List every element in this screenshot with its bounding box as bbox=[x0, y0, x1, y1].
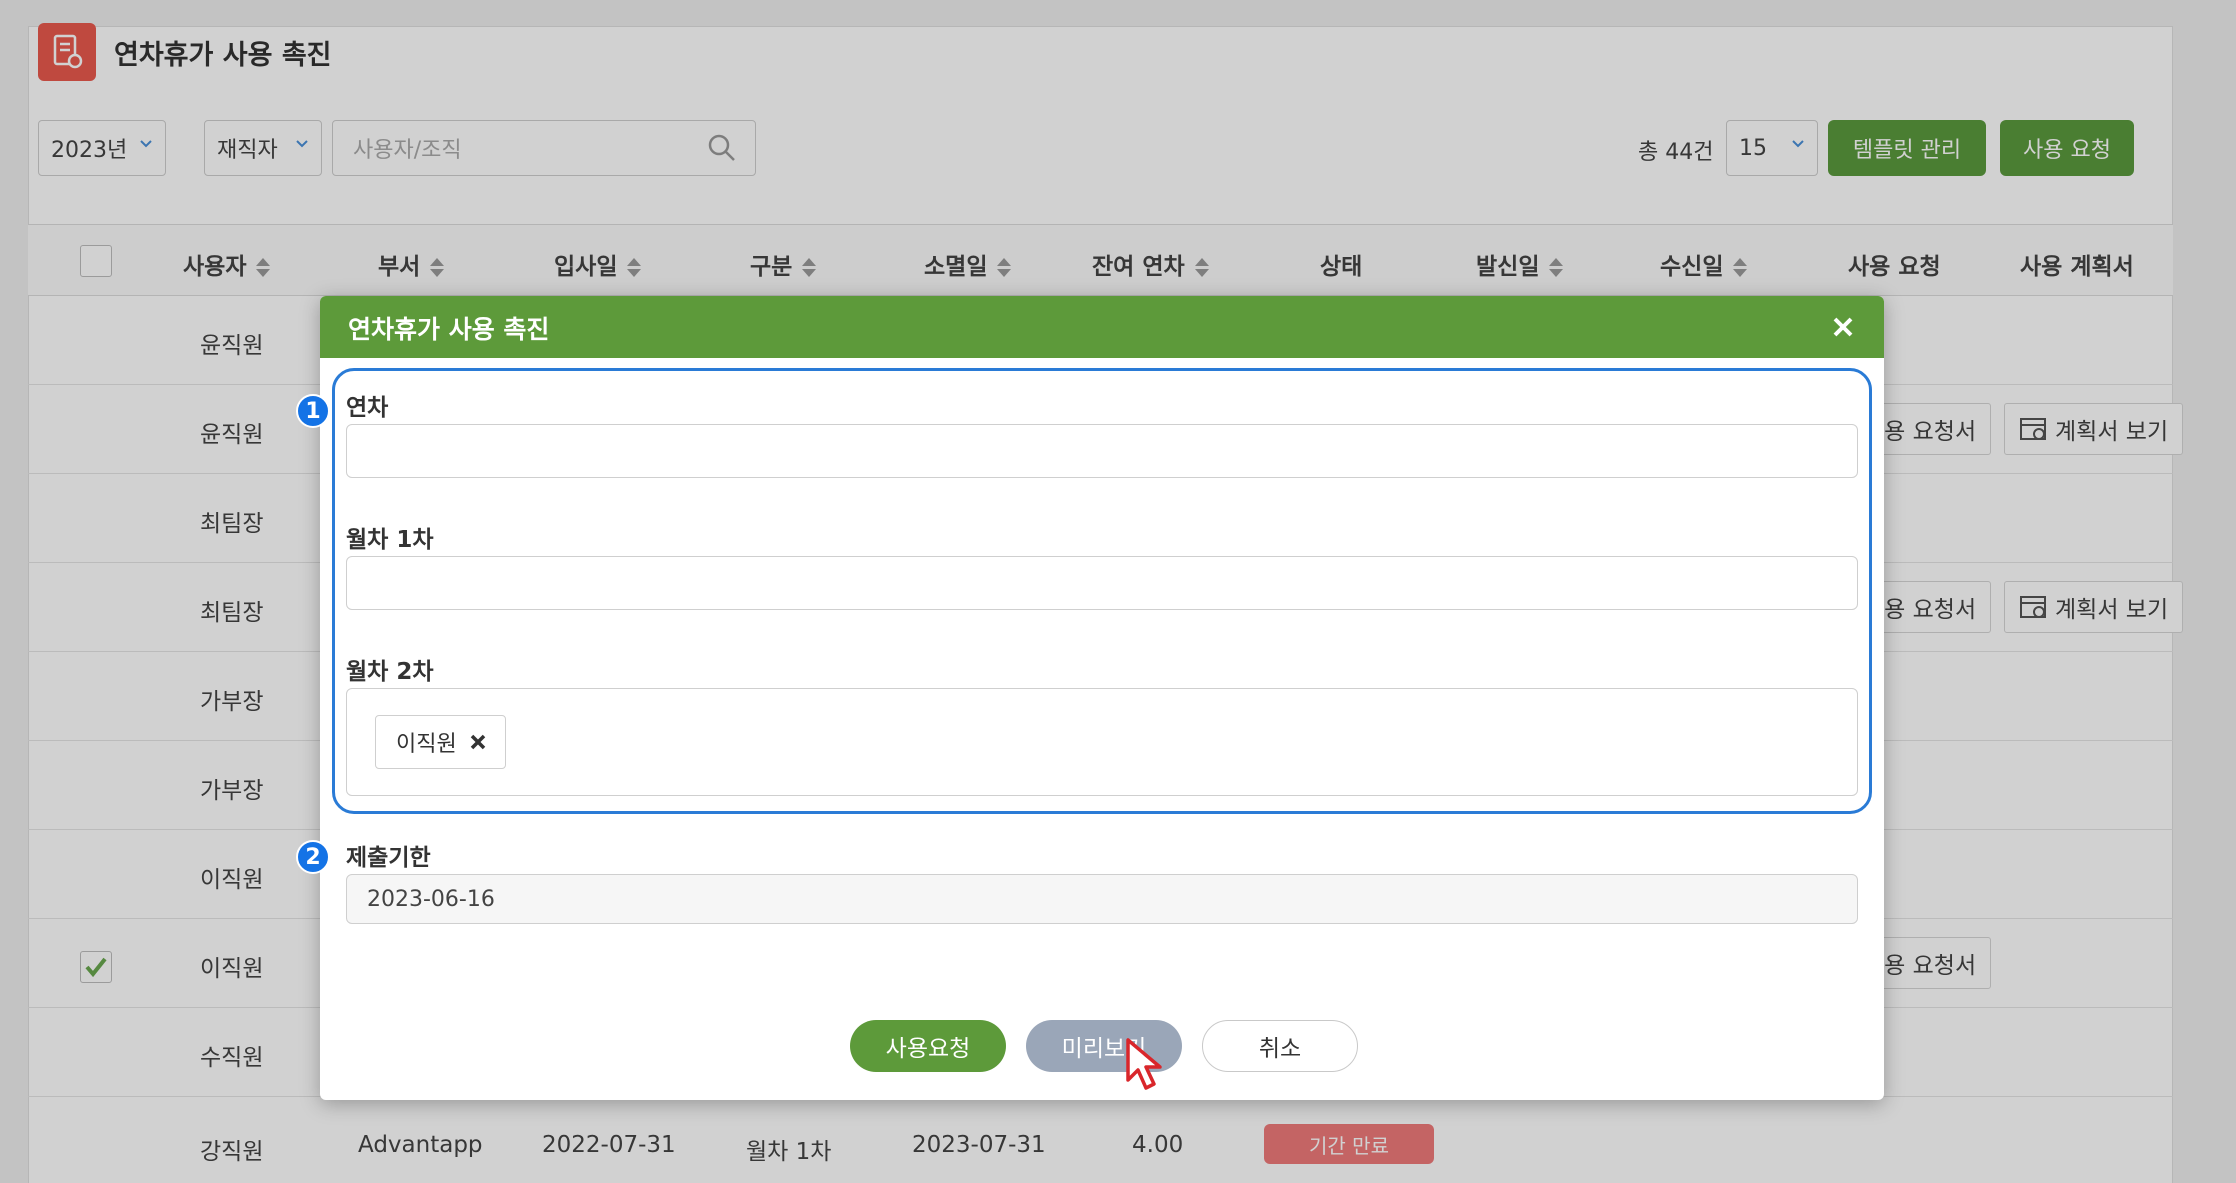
annotation-marker-2: 2 bbox=[296, 840, 330, 874]
modal-title: 연차휴가 사용 촉진 bbox=[348, 315, 550, 344]
mouse-pointer-icon bbox=[1126, 1038, 1162, 1090]
modal-header: 연차휴가 사용 촉진 bbox=[320, 296, 1884, 358]
remove-tag-icon[interactable] bbox=[469, 733, 487, 751]
deadline-field[interactable]: 2023-06-16 bbox=[346, 874, 1858, 924]
monthly2-label: 월차 2차 bbox=[346, 659, 434, 685]
monthly2-recipient-field[interactable]: 이직원 bbox=[346, 688, 1858, 796]
monthly1-label: 월차 1차 bbox=[346, 527, 434, 553]
deadline-label: 제출기한 bbox=[346, 845, 431, 871]
promotion-modal: 연차휴가 사용 촉진 1 2 연차 월차 1차 월차 2차 이직원 제출기한 2… bbox=[296, 296, 1884, 1100]
annotation-marker-1: 1 bbox=[296, 394, 330, 428]
submit-request-button[interactable]: 사용요청 bbox=[850, 1020, 1006, 1072]
recipient-tag: 이직원 bbox=[375, 715, 506, 769]
annual-recipient-field[interactable] bbox=[346, 424, 1858, 478]
annual-label: 연차 bbox=[346, 395, 389, 421]
close-icon[interactable] bbox=[1830, 314, 1856, 340]
cancel-button[interactable]: 취소 bbox=[1202, 1020, 1358, 1072]
recipient-tag-label: 이직원 bbox=[396, 732, 457, 757]
monthly1-recipient-field[interactable] bbox=[346, 556, 1858, 610]
